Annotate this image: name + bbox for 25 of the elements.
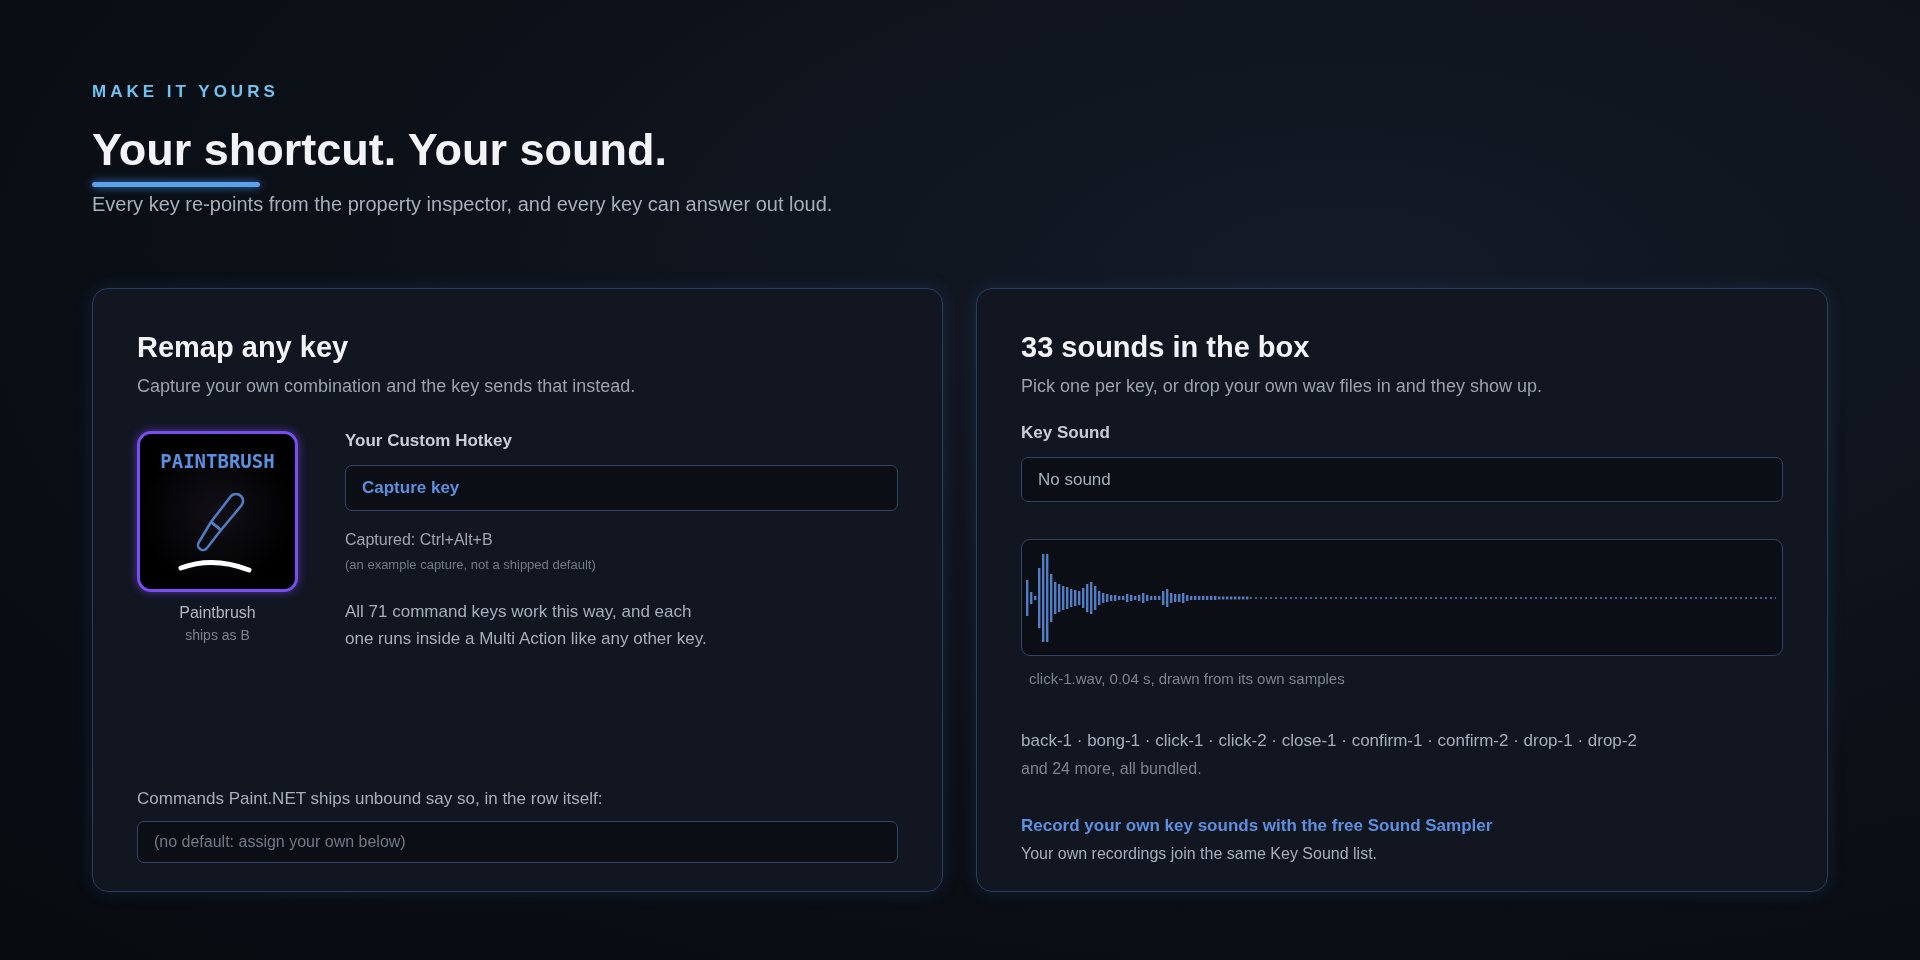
intro-text: Every key re-points from the property inspector, and every key can answer out loud. xyxy=(92,193,833,216)
field-label: Key Sound xyxy=(1021,423,1111,443)
more-sounds-text: and 24 more, all bundled. xyxy=(1021,760,1202,778)
capture-note: (an example capture, not a shipped default) xyxy=(345,557,596,572)
key-tile[interactable]: PAINTBRUSH xyxy=(137,431,298,592)
body-text: All 71 command keys work this way, and each one runs inside a Multi Action like any other key. xyxy=(345,601,708,650)
page-heading: Your shortcut. Your sound. xyxy=(92,124,667,176)
card-subtitle: Capture your own combination and the key sends that instead. xyxy=(137,376,637,397)
key-tile-label: PAINTBRUSH xyxy=(160,450,275,472)
key-name: Paintbrush xyxy=(179,604,256,622)
key-default: ships as B xyxy=(185,627,250,643)
link-note: Your own recordings join the same Key Sound list. xyxy=(1021,845,1378,863)
sound-list: back-1 · bong-1 · click-1 · click-2 · close-1 · confirm-1 · confirm-2 · drop-1 · drop-2 xyxy=(1021,731,1637,751)
eyebrow-label: MAKE IT YOURS xyxy=(92,82,279,102)
captured-combination: Captured: Ctrl+Alt+B xyxy=(345,531,493,549)
field-label: Commands Paint.NET ships unbound say so, in the row itself: xyxy=(137,789,603,809)
input-field[interactable]: (no default: assign your own below) xyxy=(137,821,898,863)
field-label: Your Custom Hotkey xyxy=(345,431,512,451)
waveform-caption: click-1.wav, 0.04 s, drawn from its own samples xyxy=(1029,670,1345,687)
card-subtitle: Pick one per key, or drop your own wav files in and they show up. xyxy=(1021,376,1543,397)
sound-sampler-link[interactable]: Record your own key sounds with the free Sound Sampler xyxy=(1021,816,1493,836)
key-sound-select[interactable]: No sound xyxy=(1021,457,1783,503)
capture-key-button[interactable]: Capture key xyxy=(345,465,898,511)
card-title: 33 sounds in the box xyxy=(1021,331,1311,364)
card-title: Remap any key xyxy=(137,331,350,364)
